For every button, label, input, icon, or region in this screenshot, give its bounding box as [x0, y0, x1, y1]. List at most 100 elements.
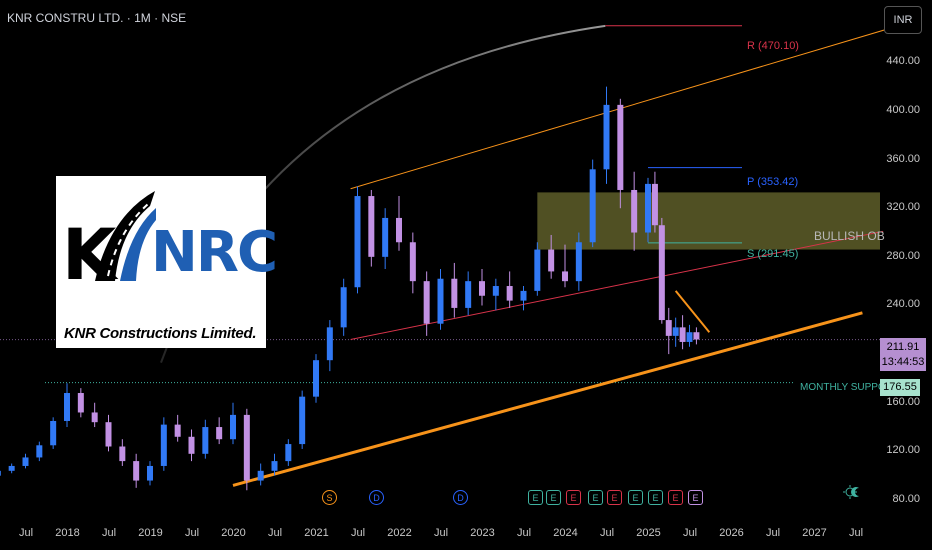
candle[interactable] [492, 278, 499, 311]
time-tick: Jul [267, 527, 283, 539]
candle[interactable] [679, 315, 686, 350]
event-marker[interactable]: S [322, 490, 337, 505]
candle-body [326, 327, 333, 361]
candle[interactable] [119, 439, 126, 466]
candle[interactable] [22, 453, 29, 469]
event-marker[interactable]: D [453, 490, 468, 505]
candle[interactable] [91, 402, 98, 428]
candle[interactable] [216, 417, 223, 445]
candle[interactable] [147, 461, 153, 486]
candle-body [160, 424, 167, 466]
price-tick: 280.00 [886, 249, 920, 262]
candle[interactable] [437, 269, 444, 330]
currency-button[interactable]: INR [884, 6, 922, 34]
candle-body [340, 287, 347, 328]
candle[interactable] [202, 419, 209, 459]
candle[interactable] [354, 186, 361, 294]
event-marker[interactable]: E [668, 490, 683, 505]
candle[interactable] [299, 390, 306, 449]
candle[interactable] [465, 271, 472, 316]
candle[interactable] [382, 208, 389, 269]
pivot-label: P (353.42) [747, 176, 799, 188]
candle[interactable] [451, 262, 458, 318]
candle[interactable] [0, 468, 1, 478]
candle[interactable] [8, 463, 15, 474]
candle[interactable] [285, 439, 292, 466]
candle-body [50, 420, 57, 446]
time-tick: 2019 [138, 527, 163, 539]
falling-wedge-line[interactable] [674, 290, 711, 333]
candle-body [36, 445, 43, 458]
price-tick: 440.00 [886, 55, 920, 68]
candle[interactable] [409, 232, 416, 294]
candle-body [133, 461, 140, 481]
symbol-header[interactable]: KNR CONSTRU LTD. · 1M · NSE [7, 11, 186, 25]
candle[interactable] [672, 317, 679, 347]
candle-body [651, 183, 658, 226]
candle[interactable] [188, 429, 195, 462]
event-marker[interactable]: E [688, 490, 703, 505]
event-marker[interactable]: E [528, 490, 543, 505]
candle[interactable] [64, 383, 70, 428]
event-marker[interactable]: E [648, 490, 663, 505]
time-tick: 2021 [304, 527, 329, 539]
candle-body [617, 104, 624, 190]
event-marker[interactable]: E [566, 490, 581, 505]
event-marker[interactable]: E [607, 490, 622, 505]
candle[interactable] [423, 271, 430, 336]
event-marker[interactable]: E [588, 490, 603, 505]
candle[interactable] [368, 189, 375, 267]
price-tick: 80.00 [892, 493, 920, 505]
candle[interactable] [77, 388, 84, 418]
candle[interactable] [326, 320, 333, 372]
session-icon[interactable] [843, 484, 863, 500]
candle[interactable] [658, 217, 665, 324]
time-tick: Jul [184, 527, 200, 539]
candle[interactable] [105, 414, 112, 452]
event-marker[interactable]: E [628, 490, 643, 505]
candle[interactable] [133, 453, 140, 488]
candle[interactable] [617, 98, 624, 209]
last-price-value: 211.91 [886, 341, 920, 353]
candle[interactable] [506, 271, 513, 308]
candle[interactable] [230, 402, 236, 445]
candle[interactable] [562, 244, 568, 288]
candle[interactable] [665, 307, 672, 355]
monthly-support-tag: 176.55 [880, 379, 920, 396]
candle-body [216, 427, 223, 440]
candle[interactable] [36, 441, 43, 462]
candle-body [354, 196, 361, 288]
last-price-tag: 211.91 13:44:53 [880, 338, 926, 371]
candle[interactable] [50, 417, 57, 449]
candle[interactable] [174, 414, 181, 442]
candle[interactable] [603, 86, 610, 184]
candle-body [313, 360, 319, 397]
event-marker[interactable]: D [369, 490, 384, 505]
candle-body [548, 249, 555, 272]
candle-body [409, 242, 416, 282]
candle-body [465, 281, 472, 308]
candle[interactable] [396, 196, 402, 251]
time-tick: Jul [682, 527, 698, 539]
candle-body [119, 446, 126, 462]
candle[interactable] [257, 463, 264, 486]
candle-body [645, 183, 651, 233]
time-tick: 2022 [387, 527, 412, 539]
candle[interactable] [651, 171, 658, 233]
candle[interactable] [340, 278, 347, 336]
candle[interactable] [589, 159, 596, 248]
candle[interactable] [686, 324, 693, 347]
candle[interactable] [693, 327, 700, 345]
candle[interactable] [313, 354, 319, 403]
candle-body [686, 332, 693, 342]
candle[interactable] [534, 242, 541, 296]
candle-body [8, 465, 15, 471]
candle[interactable] [520, 286, 527, 311]
event-marker[interactable]: E [546, 490, 561, 505]
candle-body [603, 104, 610, 170]
time-tick: 2023 [470, 527, 495, 539]
candle[interactable] [479, 269, 485, 306]
candle[interactable] [243, 408, 250, 491]
candle[interactable] [160, 417, 167, 471]
candle-body [479, 281, 485, 296]
